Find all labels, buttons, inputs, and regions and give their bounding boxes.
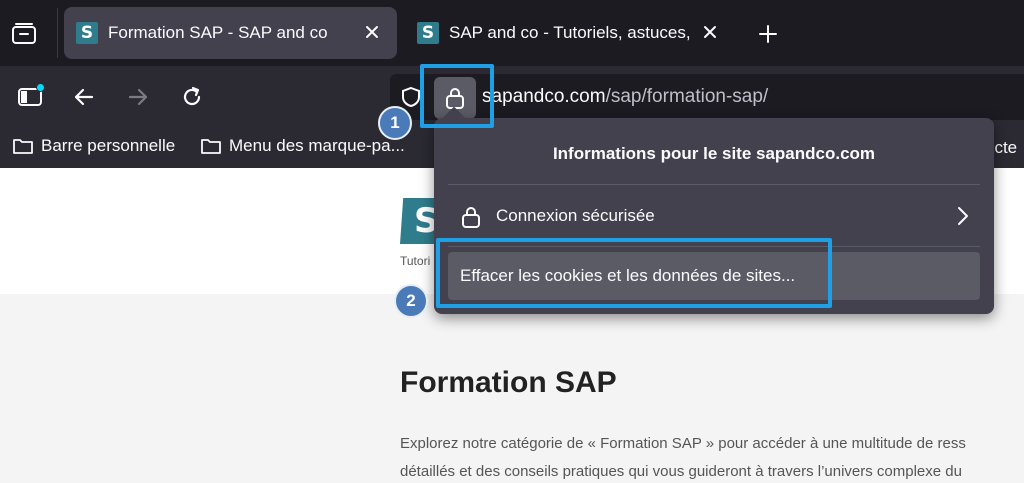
page-body: Formation SAP Explorez notre catégorie d…: [0, 294, 1024, 483]
tab-close-button[interactable]: [361, 21, 383, 43]
bookmark-label: Menu des marque-pa...: [229, 136, 405, 155]
arrow-right-icon: [128, 88, 148, 106]
step-badge-1: 1: [378, 106, 412, 140]
tab-strip: S Formation SAP - SAP and co S SAP and c…: [0, 0, 1024, 66]
back-button[interactable]: [68, 81, 100, 113]
tab-title: SAP and co - Tutoriels, astuces,: [449, 23, 691, 42]
intro-line: détaillés et des conseils pratiques qui …: [400, 463, 962, 480]
shield-icon: [402, 86, 420, 108]
secure-connection-row[interactable]: Connexion sécurisée: [448, 190, 980, 242]
highlight-box-clear-cookies: [436, 238, 832, 308]
highlight-box-lock: [420, 64, 494, 128]
url-host: sapandco.com: [482, 86, 606, 107]
site-tagline: Tutori: [400, 254, 431, 268]
tab-strip-separator: [57, 8, 58, 58]
tab-overview-button[interactable]: [10, 20, 38, 48]
bookmark-folder-menu[interactable]: Menu des marque-pa...: [200, 136, 405, 156]
tab-sap-and-co[interactable]: S SAP and co - Tutoriels, astuces,: [405, 7, 735, 59]
folder-icon: [201, 139, 221, 154]
new-tab-button[interactable]: [754, 20, 782, 48]
url-text[interactable]: sapandco.com/sap/formation-sap/: [482, 86, 768, 108]
arrow-left-icon: [74, 88, 94, 106]
intro-line: Explorez notre catégorie de « Formation …: [400, 435, 966, 452]
close-icon: [366, 26, 378, 38]
bookmark-label: Barre personnelle: [41, 136, 176, 155]
notification-dot: [36, 83, 45, 92]
lock-icon: [462, 207, 480, 228]
sidebar-button[interactable]: [14, 81, 46, 113]
tab-close-button[interactable]: [699, 21, 721, 43]
secure-connection-label: Connexion sécurisée: [496, 206, 655, 225]
tab-title: Formation SAP - SAP and co: [108, 23, 328, 42]
page-intro: Explorez notre catégorie de « Formation …: [400, 430, 1024, 483]
step-badge-2: 2: [394, 284, 428, 318]
plus-icon: [759, 25, 777, 43]
reload-button[interactable]: [176, 81, 208, 113]
page-title: Formation SAP: [400, 366, 617, 399]
panel-separator: [448, 184, 980, 185]
site-favicon: S: [417, 22, 439, 44]
site-favicon: S: [76, 22, 98, 44]
folder-icon: [13, 139, 33, 154]
tracking-protection-button[interactable]: [400, 86, 422, 108]
chevron-right-icon: [958, 207, 968, 225]
folder-tabs-icon: [12, 23, 36, 44]
bookmark-folder-barre-personnelle[interactable]: Barre personnelle: [12, 136, 175, 156]
reload-icon: [183, 86, 201, 106]
forward-button[interactable]: [122, 81, 154, 113]
tab-formation-sap[interactable]: S Formation SAP - SAP and co: [64, 7, 397, 59]
panel-title: Informations pour le site sapandco.com: [552, 144, 876, 163]
url-path: /sap/formation-sap/: [605, 86, 769, 107]
close-icon: [704, 26, 716, 38]
